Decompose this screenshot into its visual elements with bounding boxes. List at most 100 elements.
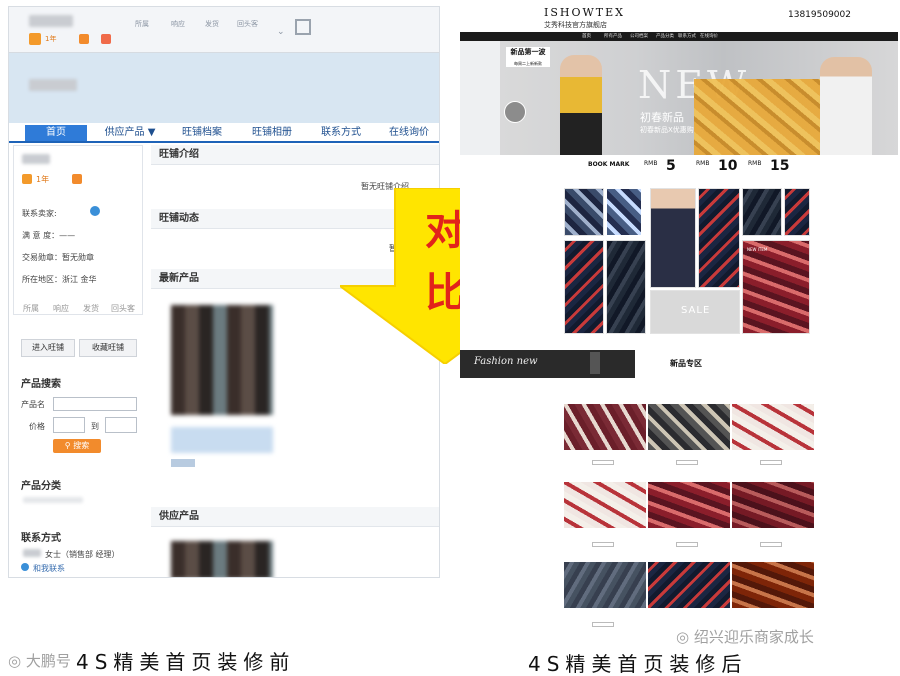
watermark-left: ◎ 大鹏号	[8, 650, 71, 671]
phone-number: 13819509002	[788, 10, 851, 20]
grid-product[interactable]	[732, 404, 814, 450]
stat-label: 发货	[205, 20, 219, 28]
buy-button[interactable]	[592, 542, 614, 547]
buy-button[interactable]	[592, 622, 614, 627]
new-arrival-tag: 新品第一波 每周二上新新款	[506, 47, 550, 67]
category-blurred	[23, 497, 83, 503]
grid-product[interactable]	[564, 482, 646, 528]
caption-after: 4S精美首页装修后	[528, 652, 748, 676]
product-tile[interactable]: NEW ITEM	[742, 240, 810, 334]
chat-icon[interactable]	[21, 563, 29, 571]
price-min-input[interactable]	[53, 417, 85, 433]
model-photo	[820, 57, 872, 155]
coupon-currency: RMB	[696, 160, 710, 167]
buy-button[interactable]	[760, 542, 782, 547]
favorite-shop-button[interactable]: 收藏旺铺	[79, 339, 137, 357]
grid-product[interactable]	[648, 482, 730, 528]
hero-banner[interactable]: 新品第一波 每周二上新新款 NEW 初春新品 初春新品X优惠购	[460, 41, 898, 155]
buy-button[interactable]	[592, 460, 614, 465]
region-text: 所在地区：浙江 金华	[22, 275, 97, 284]
wechat-icon: ◎	[676, 628, 690, 646]
sale-tile[interactable]: SALE	[650, 290, 740, 334]
nav-shop-album[interactable]: 旺铺相册	[239, 125, 305, 141]
search-button-label: 搜索	[73, 441, 90, 450]
search-icon: ⚲	[64, 441, 71, 450]
seller-name-blurred	[22, 154, 50, 164]
buy-button[interactable]	[676, 542, 698, 547]
watermark-left-text: 大鹏号	[25, 652, 71, 670]
product-tile[interactable]	[606, 188, 642, 236]
fashion-script: Fashion new	[474, 356, 538, 367]
product-name-input[interactable]	[53, 397, 137, 411]
enter-shop-button[interactable]: 进入旺铺	[21, 339, 75, 357]
trade-medal-text: 交易勋章：暂无勋章	[22, 253, 94, 262]
product-image-pixelated[interactable]	[171, 305, 273, 415]
product-tile[interactable]	[564, 240, 604, 334]
watermark-right: ◎ 绍兴迎乐商家成长	[676, 626, 814, 647]
year-icon	[29, 33, 41, 45]
price-to-label: 到	[91, 422, 99, 431]
brand-header: ISHOWTEX 艾秀科技官方旗舰店 13819509002	[460, 4, 898, 32]
banner-subtitle-2: 初春新品X优惠购	[640, 126, 694, 134]
product-tag	[171, 459, 195, 467]
product-tile[interactable]	[784, 188, 810, 236]
nav-shop-profile[interactable]: 旺铺档案	[169, 125, 235, 141]
product-image-pixelated[interactable]	[171, 541, 273, 577]
nav-all-products[interactable]: 所有产品	[604, 32, 622, 41]
grid-product[interactable]	[732, 482, 814, 528]
chat-icon[interactable]	[90, 206, 100, 216]
nav-contact[interactable]: 联系方式	[678, 32, 696, 41]
satisfaction-text: 满 意 度：——	[22, 231, 76, 240]
year-label: 1年	[36, 175, 50, 184]
product-search-title: 产品搜索	[21, 379, 61, 390]
stat-label: 响应	[53, 304, 69, 313]
banner-blurred-text	[29, 79, 77, 91]
new-zone-strip[interactable]: Fashion new 新品专区	[460, 350, 898, 378]
new-arrival-tag-title: 新品第一波	[510, 48, 546, 56]
nav-category[interactable]: 产品分类	[656, 32, 674, 41]
grid-product[interactable]	[564, 562, 646, 608]
coupon-value[interactable]: 10	[718, 158, 737, 174]
product-tile[interactable]	[698, 188, 740, 288]
nav-home[interactable]: 首页	[582, 32, 591, 41]
new-zone-title: 新品专区	[670, 359, 702, 368]
chevron-down-icon[interactable]: ⌄	[277, 27, 285, 37]
grid-product[interactable]	[648, 404, 730, 450]
nav-home[interactable]: 首页	[25, 125, 87, 141]
book-mark-label: BOOK MARK	[588, 161, 630, 168]
nav-inquiry[interactable]: 在线询价	[700, 32, 718, 41]
nav-inquiry[interactable]: 在线询价	[377, 125, 439, 141]
contact-action-link[interactable]: 和我联系	[33, 563, 65, 574]
price-max-input[interactable]	[105, 417, 137, 433]
brand-logo[interactable]: ISHOWTEX	[544, 6, 625, 19]
qr-code-icon[interactable]	[295, 19, 311, 35]
coupon-currency: RMB	[748, 160, 762, 167]
product-tile[interactable]	[606, 240, 646, 334]
new-arrival-tag-sub: 每周二上新新款	[514, 61, 542, 66]
left-widget	[460, 41, 500, 155]
coupon-value[interactable]: 5	[666, 158, 676, 174]
section-shop-intro: 旺铺介绍	[151, 145, 439, 165]
badge-icon	[72, 174, 82, 184]
contact-title: 联系方式	[21, 533, 61, 544]
grid-product[interactable]	[648, 562, 730, 608]
product-tile[interactable]	[650, 188, 696, 288]
brand-nav: 首页 所有产品 公司档案 产品分类 联系方式 在线询价	[460, 32, 898, 41]
new-item-label: NEW ITEM	[747, 247, 768, 252]
coupon-value[interactable]: 15	[770, 158, 789, 174]
buy-button[interactable]	[676, 460, 698, 465]
nav-company-profile[interactable]: 公司档案	[630, 32, 648, 41]
nav-contact[interactable]: 联系方式	[309, 125, 373, 141]
sale-label: SALE	[681, 305, 711, 316]
shop-sidebar: 1年 联系卖家: 满 意 度：—— 交易勋章：暂无勋章 所在地区：浙江 金华 所…	[13, 145, 143, 577]
product-tile[interactable]	[564, 188, 604, 236]
buy-button[interactable]	[760, 460, 782, 465]
search-button[interactable]: ⚲ 搜索	[53, 439, 101, 453]
grid-product[interactable]	[564, 404, 646, 450]
contact-avatar-blurred	[23, 549, 41, 557]
nav-products[interactable]: 供应产品 ▼	[95, 125, 165, 141]
product-tile[interactable]	[742, 188, 782, 236]
coupon-row: BOOK MARK RMB 5 RMB 10 RMB 15	[560, 158, 898, 184]
grid-product[interactable]	[732, 562, 814, 608]
product-category-title: 产品分类	[21, 481, 61, 492]
